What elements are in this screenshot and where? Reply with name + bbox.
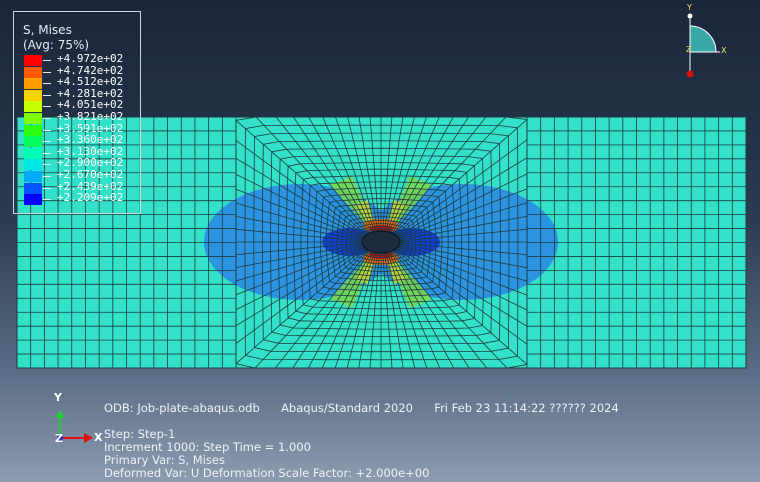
legend-title: S, Mises xyxy=(23,23,72,37)
view-label-x: X xyxy=(721,46,727,55)
legend-tick xyxy=(43,71,51,73)
legend-swatch xyxy=(24,124,42,136)
analysis-date: Fri Feb 23 11:14:22 ?????? 2024 xyxy=(434,401,619,415)
legend-swatch xyxy=(24,113,42,124)
legend-item: +2.209e+02 xyxy=(24,191,142,206)
triad-y-arrow xyxy=(55,410,65,418)
view-pivot-top xyxy=(687,13,693,19)
legend-swatch xyxy=(24,136,42,148)
legend-swatch xyxy=(24,171,42,182)
legend-tick xyxy=(43,176,51,177)
legend-tick xyxy=(43,94,51,96)
legend-swatch xyxy=(24,101,42,113)
legend-swatch xyxy=(24,159,42,171)
legend-swatch xyxy=(24,182,42,194)
view-orientation-widget[interactable] xyxy=(686,13,721,78)
legend-tick xyxy=(43,141,51,143)
view-label-z: Z xyxy=(686,45,692,54)
legend-tick xyxy=(43,118,51,119)
legend-tick xyxy=(43,164,51,166)
legend-swatch xyxy=(24,66,42,78)
triad-label-x: X xyxy=(94,431,103,444)
legend-tick xyxy=(43,106,51,108)
legend-value: +2.209e+02 xyxy=(57,191,124,205)
info-header-line: ODB: Job-plate-abaqus.odb Abaqus/Standar… xyxy=(104,402,619,415)
plate-hole[interactable] xyxy=(361,230,401,254)
legend-swatch xyxy=(24,89,42,101)
legend-tick xyxy=(43,129,51,131)
view-pivot-bottom xyxy=(686,70,694,78)
legend-swatch xyxy=(24,78,42,90)
triad-x-arrow xyxy=(84,433,93,443)
view-quadrant-shape xyxy=(689,25,717,53)
legend-tick xyxy=(43,83,51,85)
legend-tick xyxy=(43,187,51,189)
deformed-variable: Deformed Var: U Deformation Scale Factor… xyxy=(104,466,430,480)
legend-swatch xyxy=(24,55,42,66)
legend-tick xyxy=(43,60,51,61)
triad-label-y: Y xyxy=(54,391,62,404)
solver-name: Abaqus/Standard 2020 xyxy=(281,401,413,415)
legend-swatch xyxy=(24,147,42,159)
view-label-y: Y xyxy=(687,3,692,12)
legend-tick xyxy=(43,152,51,154)
odb-name: ODB: Job-plate-abaqus.odb xyxy=(104,401,260,415)
legend-tick xyxy=(43,199,51,201)
triad-label-z: Z xyxy=(55,432,63,445)
legend-swatch xyxy=(24,194,42,206)
legend-subtitle: (Avg: 75%) xyxy=(23,38,90,52)
